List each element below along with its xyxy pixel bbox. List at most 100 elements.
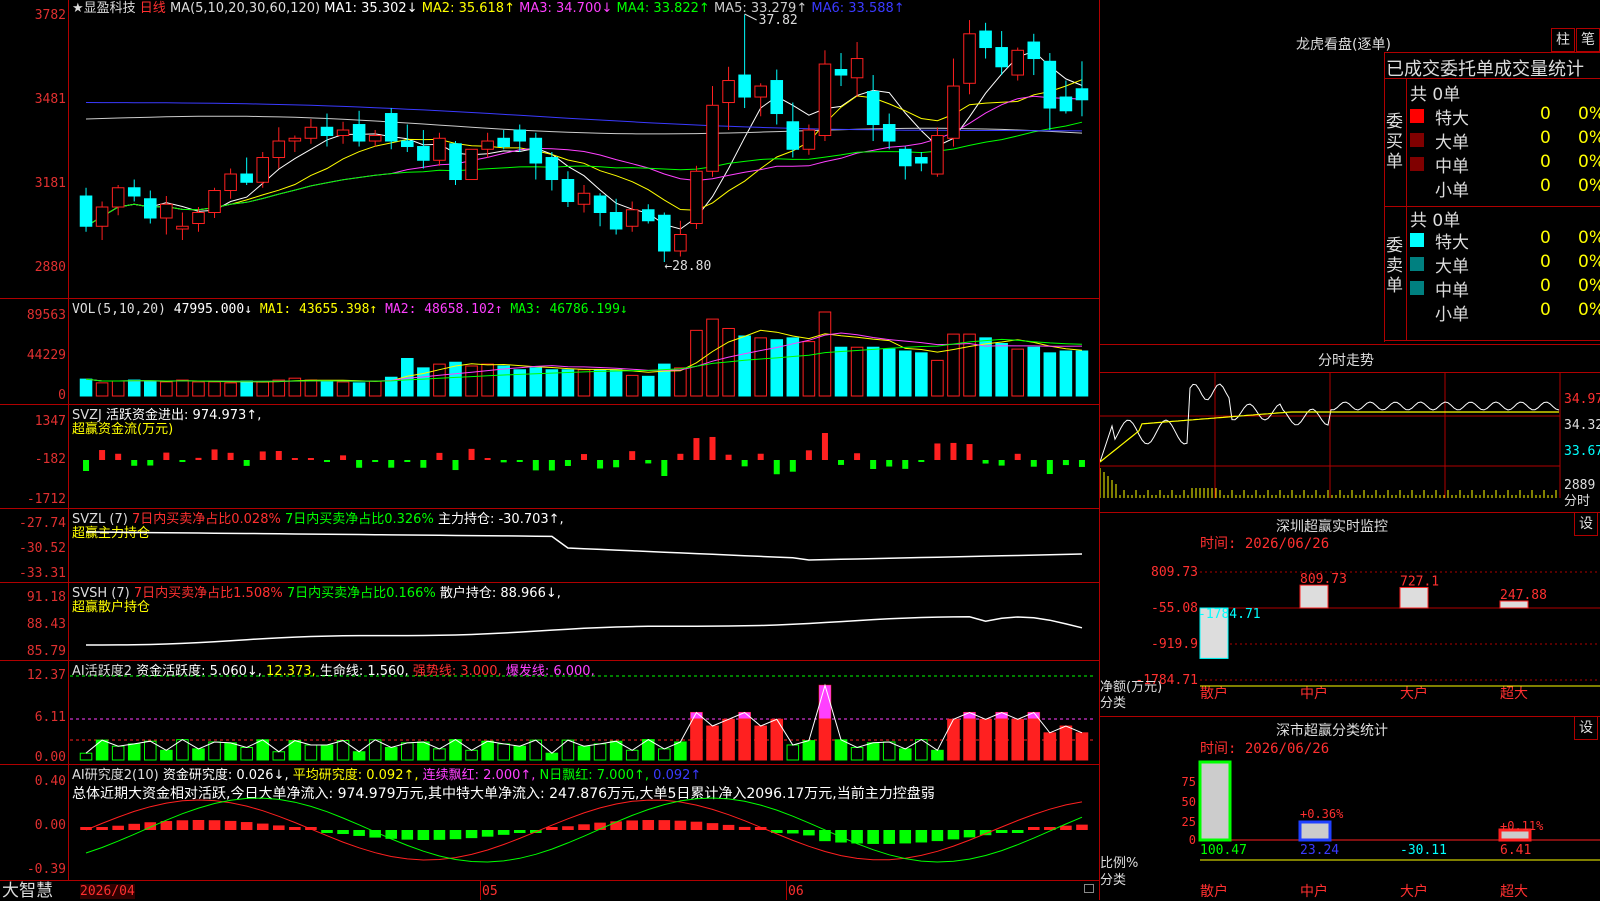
sell-color-swatch xyxy=(1410,257,1424,271)
volume-bar xyxy=(915,352,928,397)
sz-y-tick: -55.08 xyxy=(1151,601,1198,616)
fund-flow-bar xyxy=(934,443,941,460)
fund-flow-bar xyxy=(404,460,411,462)
fund-flow-bar xyxy=(645,460,652,464)
sz-monitor-settings-button[interactable]: 设 xyxy=(1574,512,1598,536)
candle-body xyxy=(144,198,157,219)
sz-monitor-chart[interactable]: 809.73-55.08-919.9-1784.71-1784.71散户809.… xyxy=(1100,556,1600,700)
activity-bar xyxy=(79,752,93,761)
research-bar xyxy=(112,825,124,830)
fund-flow-bar xyxy=(484,458,491,460)
sell-row-count: 0 xyxy=(1540,300,1551,320)
fund-flow-bar xyxy=(564,460,571,466)
candle-body xyxy=(1059,96,1073,112)
candle-body xyxy=(304,126,318,139)
candle-body xyxy=(995,47,1008,68)
intraday-chart[interactable] xyxy=(1100,372,1600,512)
fund-flow-bar xyxy=(420,460,427,468)
research-bar xyxy=(449,830,462,840)
bar-view-button[interactable]: 柱 xyxy=(1551,28,1575,52)
volume-bar xyxy=(706,318,719,397)
stats-category-label: 超大 xyxy=(1500,884,1528,900)
sz-stats-unit: 比例% xyxy=(1100,856,1139,871)
buy-row-name: 大单 xyxy=(1435,133,1469,153)
candle-body xyxy=(288,137,302,142)
volume-bar xyxy=(256,381,270,397)
research-bar xyxy=(963,830,976,838)
stats-category-label: 大户 xyxy=(1400,883,1428,900)
fund-flow-bar xyxy=(613,460,620,468)
volume-bar xyxy=(272,379,286,397)
activity-bar xyxy=(898,748,912,761)
sz-net-value: 247.88 xyxy=(1500,588,1547,603)
volume-bar xyxy=(176,379,189,397)
intraday-tick: 34.97 xyxy=(1564,392,1600,407)
candle-body xyxy=(465,148,478,181)
candle-body xyxy=(433,137,446,161)
fund-flow-bar xyxy=(468,448,475,460)
research-bar xyxy=(995,830,1008,833)
volume-bar xyxy=(641,375,655,397)
volume-bar xyxy=(866,346,880,397)
candle-body xyxy=(352,124,366,142)
lock-icon[interactable] xyxy=(1084,884,1094,893)
buy-color-swatch xyxy=(1410,109,1424,123)
buy-row-pct: 0% xyxy=(1578,104,1600,124)
activity-bar xyxy=(963,711,976,761)
intraday-tick: 33.67 xyxy=(1564,444,1600,459)
candle-body xyxy=(786,121,800,150)
activity-bar xyxy=(465,749,478,761)
fund-flow-bar xyxy=(1062,460,1069,466)
stats-annotation: +0.36% xyxy=(1300,807,1344,821)
brand-logo: 大智慧 xyxy=(2,881,53,901)
tick-view-button[interactable]: 笔 xyxy=(1576,28,1600,52)
candle-body xyxy=(722,80,735,104)
volume-bar xyxy=(834,346,848,397)
sz-stats-settings-button[interactable]: 设 xyxy=(1574,716,1598,740)
candle-body xyxy=(915,157,928,164)
volume-bar xyxy=(818,311,832,397)
fund-flow-bar xyxy=(195,457,202,460)
research-bar xyxy=(1076,824,1088,830)
buy-color-swatch xyxy=(1410,157,1424,171)
activity-bar xyxy=(882,741,896,761)
volume-bar xyxy=(882,348,896,397)
sz-stats-chart[interactable]: 75 50 25 0 100.47 散户 23.24 中户 -30.11 大户 6.41 超大 +0.3… xyxy=(1100,760,1600,900)
research-bar xyxy=(706,823,719,830)
research-bar xyxy=(1011,830,1024,833)
fund-flow-bar xyxy=(548,460,555,471)
main-chart-panel[interactable]: 3782 3481 3181 2880 89563 44229 0 1347 -… xyxy=(0,0,1100,900)
volume-bar xyxy=(127,379,141,397)
fund-flow-bar xyxy=(131,460,138,466)
fund-flow-bar xyxy=(918,460,925,462)
volume-bar xyxy=(465,365,478,397)
activity-bar xyxy=(834,739,848,761)
candle-body xyxy=(256,157,270,183)
activity-bar xyxy=(497,743,510,761)
fund-flow-bar xyxy=(163,452,170,460)
main-holding-line xyxy=(85,531,1083,561)
fund-flow-bar xyxy=(388,460,395,468)
stats-y-tick: 25 xyxy=(1182,815,1196,829)
sz-net-bar xyxy=(1299,584,1329,609)
sell-row-count: 0 xyxy=(1540,252,1551,272)
stats-bar xyxy=(1298,820,1332,842)
volume-bar xyxy=(336,381,350,397)
candle-body xyxy=(401,140,414,148)
candle-body xyxy=(898,148,912,167)
fund-flow-bar xyxy=(291,458,298,460)
buy-row-pct: 0% xyxy=(1578,176,1600,196)
candle-body xyxy=(497,137,510,148)
fund-flow-bar xyxy=(1030,460,1037,467)
research-bar xyxy=(433,830,446,840)
volume-bar xyxy=(481,363,494,397)
volume-bar xyxy=(577,369,591,397)
candle-body xyxy=(658,214,671,252)
research-bar xyxy=(931,830,944,842)
volume-bar xyxy=(995,342,1008,397)
high-mark-pointer xyxy=(744,13,757,21)
candle-body xyxy=(160,203,173,219)
candle-body xyxy=(866,91,880,126)
indicator-chart-svg[interactable]: 37.82 ←28.80 xyxy=(0,0,1100,880)
research-bar xyxy=(1027,827,1040,830)
